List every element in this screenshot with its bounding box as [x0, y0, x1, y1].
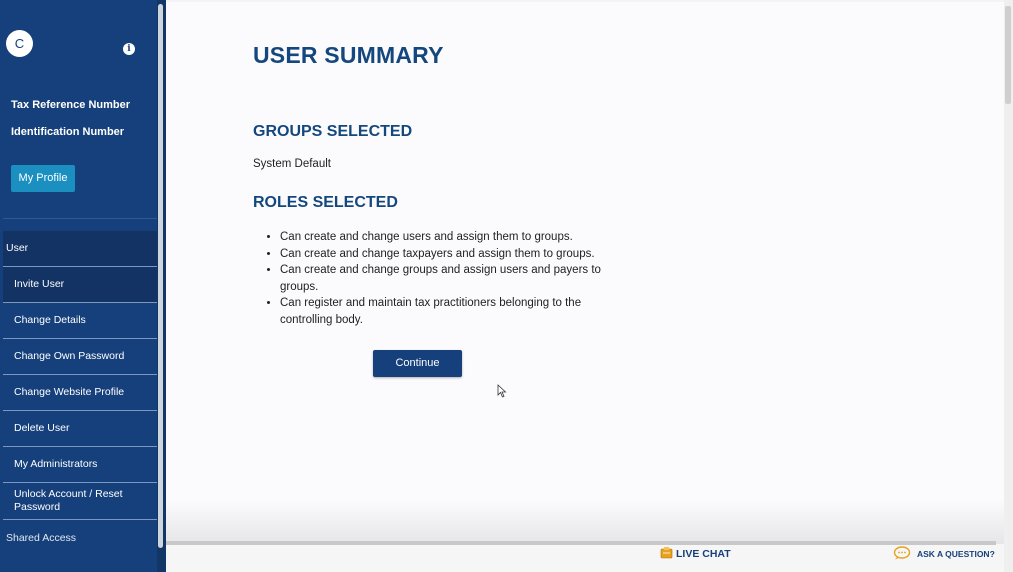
sidebar-item-label: Invite User: [14, 278, 65, 290]
role-item: Can create and change users and assign t…: [280, 229, 610, 246]
tax-reference-label: Tax Reference Number: [11, 99, 131, 111]
sidebar-item-label: Change Details: [14, 314, 86, 326]
ask-question-link[interactable]: ASK A QUESTION?: [917, 549, 995, 559]
sidebar-item-delete-user[interactable]: Delete User: [3, 411, 157, 447]
identification-label: Identification Number: [11, 126, 125, 138]
sidebar-item-change-website-profile[interactable]: Change Website Profile: [3, 375, 157, 411]
role-item: Can register and maintain tax practition…: [280, 295, 610, 328]
info-icon[interactable]: i: [123, 43, 135, 55]
page-title: USER SUMMARY: [253, 42, 444, 68]
sidebar-item-my-administrators[interactable]: My Administrators: [3, 447, 157, 483]
sidebar-item-label: My Administrators: [14, 458, 98, 470]
horizontal-scrollbar[interactable]: [166, 541, 996, 545]
sidebar-item-label: Change Website Profile: [14, 386, 125, 398]
sidebar-item-label: Delete User: [14, 422, 70, 434]
sidebar-nav: User Invite User Change Details Change O…: [3, 231, 157, 556]
continue-button[interactable]: Continue: [373, 350, 462, 377]
sidebar-item-shared-access[interactable]: Shared Access: [3, 520, 157, 556]
sidebar-item-label: Unlock Account / Reset Password: [14, 488, 123, 513]
sidebar-section-user[interactable]: User: [3, 231, 157, 267]
sidebar-divider: [3, 218, 157, 219]
groups-heading: GROUPS SELECTED: [253, 123, 413, 140]
role-item: Can create and change taxpayers and assi…: [280, 246, 610, 263]
page-scrollbar-thumb[interactable]: [1005, 6, 1011, 104]
roles-heading: ROLES SELECTED: [253, 194, 398, 211]
bottom-fade: [166, 500, 1004, 544]
live-chat-link[interactable]: LIVE CHAT: [676, 548, 731, 560]
sidebar-item-invite-user[interactable]: Invite User: [3, 267, 157, 303]
sidebar-section-label: User: [6, 242, 29, 254]
sidebar-item-change-details[interactable]: Change Details: [3, 303, 157, 339]
ask-question-icon[interactable]: [893, 546, 911, 560]
mouse-cursor-icon: [497, 384, 507, 398]
my-profile-button[interactable]: My Profile: [11, 165, 75, 192]
sidebar-item-change-own-password[interactable]: Change Own Password: [3, 339, 157, 375]
main-content: USER SUMMARY GROUPS SELECTED System Defa…: [166, 2, 1004, 542]
groups-value: System Default: [253, 158, 331, 170]
sidebar: C i Tax Reference Number Identification …: [0, 0, 166, 572]
live-chat-icon[interactable]: [660, 546, 673, 559]
sidebar-scrollbar-thumb[interactable]: [158, 4, 163, 548]
sidebar-item-label: Shared Access: [6, 531, 77, 544]
sidebar-item-label: Change Own Password: [14, 350, 125, 362]
avatar[interactable]: C: [6, 30, 33, 57]
sidebar-item-unlock-account[interactable]: Unlock Account / Reset Password: [3, 483, 157, 520]
bottom-bar: [166, 544, 1004, 572]
roles-list: Can create and change users and assign t…: [261, 229, 610, 328]
role-item: Can create and change groups and assign …: [280, 262, 610, 295]
